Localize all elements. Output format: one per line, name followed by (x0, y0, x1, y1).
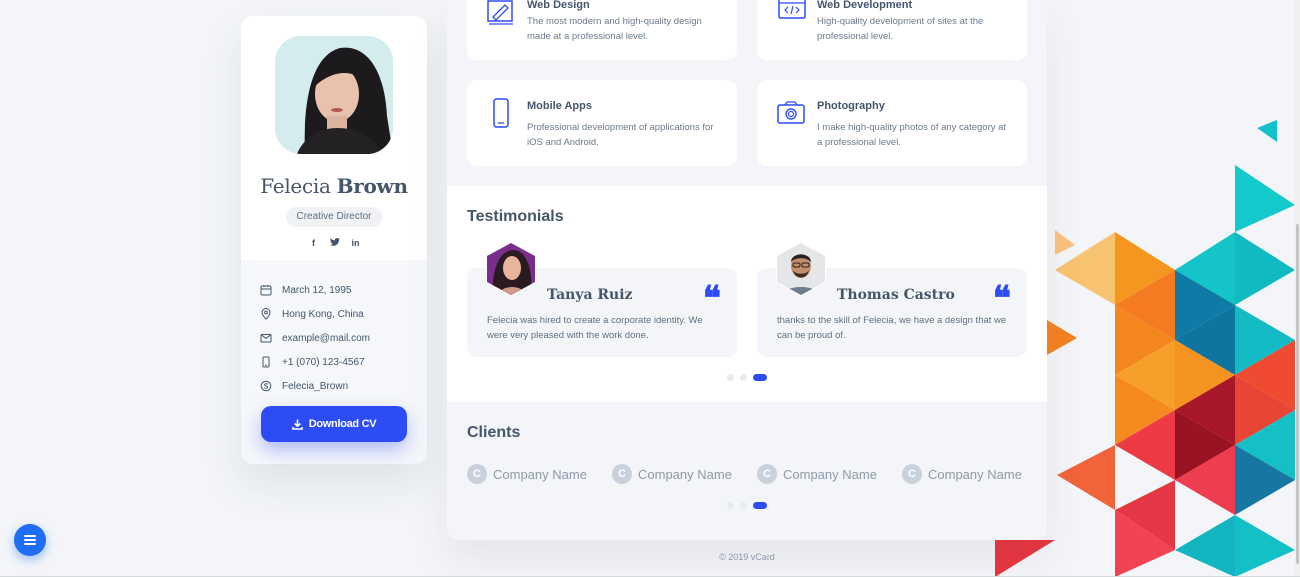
location-icon (261, 308, 271, 320)
service-description: I make high-quality photos of any catego… (817, 122, 1007, 148)
testimonial-card: Tanya Ruiz ❝ Felecia was hired to create… (467, 242, 737, 357)
testimonials-title: Testimonials (467, 208, 564, 225)
service-title: Web Development (817, 0, 913, 11)
info-location: Hong Kong, China (260, 302, 370, 326)
profile-card: Felecia Brown Creative Director f in Mar… (241, 16, 427, 464)
profile-photo (275, 36, 393, 154)
phone-icon (262, 356, 270, 368)
info-birthday: March 12, 1995 (260, 278, 370, 302)
facebook-icon[interactable]: f (309, 238, 318, 249)
service-title: Photography (817, 100, 885, 112)
info-email: example@mail.com (260, 326, 370, 350)
info-phone: +1 (070) 123-4567 (260, 350, 370, 374)
web-design-icon (487, 0, 513, 25)
mobile-icon (493, 98, 509, 128)
testimonials-pagination (727, 374, 767, 381)
client-logo[interactable]: C Company Name (757, 464, 877, 484)
profile-name: Felecia Brown (260, 174, 408, 198)
service-description: The most modern and high-quality design … (527, 16, 702, 42)
contact-info-list: March 12, 1995 Hong Kong, China example@… (260, 278, 370, 398)
testimonial-card: Thomas Castro ❝ thanks to the skill of F… (757, 242, 1027, 357)
quote-icon: ❝ (992, 279, 1011, 319)
testimonial-avatar (776, 242, 826, 296)
testimonial-text: thanks to the skill of Felecia, we have … (777, 315, 1007, 341)
twitter-icon[interactable] (330, 238, 340, 249)
client-badge-icon: C (612, 464, 632, 484)
service-card-mobile-apps: Mobile Apps Professional development of … (467, 80, 737, 166)
quote-icon: ❝ (702, 279, 721, 319)
client-badge-icon: C (902, 464, 922, 484)
service-description: Professional development of applications… (527, 122, 714, 148)
client-logo[interactable]: C Company Name (612, 464, 732, 484)
footer-copyright: © 2019 vCard (719, 552, 775, 562)
role-badge: Creative Director (286, 207, 382, 227)
download-icon (291, 419, 303, 430)
testimonial-avatar (486, 242, 536, 296)
skype-icon (260, 380, 272, 392)
profile-avatar (275, 36, 393, 154)
page-scrollbar[interactable] (1295, 0, 1300, 577)
testimonial-name: Thomas Castro (837, 287, 955, 303)
social-links: f in (309, 238, 360, 249)
pagination-dot[interactable] (740, 374, 747, 381)
pagination-dot-active[interactable] (753, 502, 767, 509)
testimonial-text: Felecia was hired to create a corporate … (487, 315, 703, 341)
calendar-icon (260, 285, 272, 296)
testimonials-section: Testimonials Tanya Ruiz ❝ Felecia was hi… (447, 186, 1047, 402)
testimonial-name: Tanya Ruiz (547, 287, 633, 303)
clients-title: Clients (467, 424, 521, 441)
download-cv-button[interactable]: Download CV (261, 406, 407, 442)
scrollbar-thumb[interactable] (1296, 224, 1299, 564)
main-content: Web Design The most modern and high-qual… (447, 0, 1047, 540)
service-card-photography: Photography I make high-quality photos o… (757, 80, 1027, 166)
service-title: Mobile Apps (527, 100, 592, 112)
linkedin-icon[interactable]: in (351, 238, 360, 249)
client-badge-icon: C (757, 464, 777, 484)
service-description: High-quality development of sites at the… (817, 16, 984, 42)
profile-header: Felecia Brown Creative Director f in (241, 16, 427, 260)
client-logo[interactable]: C Company Name (467, 464, 587, 484)
service-card-web-design: Web Design The most modern and high-qual… (467, 0, 737, 60)
mail-icon (260, 334, 272, 343)
web-development-icon (778, 0, 806, 19)
service-title: Web Design (527, 0, 590, 11)
clients-pagination (727, 502, 767, 509)
pagination-dot[interactable] (727, 374, 734, 381)
service-card-web-development: Web Development High-quality development… (757, 0, 1027, 60)
hamburger-icon (24, 535, 36, 545)
info-skype: Felecia_Brown (260, 374, 370, 398)
menu-button[interactable] (14, 524, 46, 556)
pagination-dot-active[interactable] (753, 374, 767, 381)
client-badge-icon: C (467, 464, 487, 484)
pagination-dot[interactable] (740, 502, 747, 509)
pagination-dot[interactable] (727, 502, 734, 509)
clients-section: Clients C Company Name C Company Name C … (447, 402, 1047, 540)
camera-icon (777, 101, 805, 124)
client-logo[interactable]: C Company Name (902, 464, 1022, 484)
